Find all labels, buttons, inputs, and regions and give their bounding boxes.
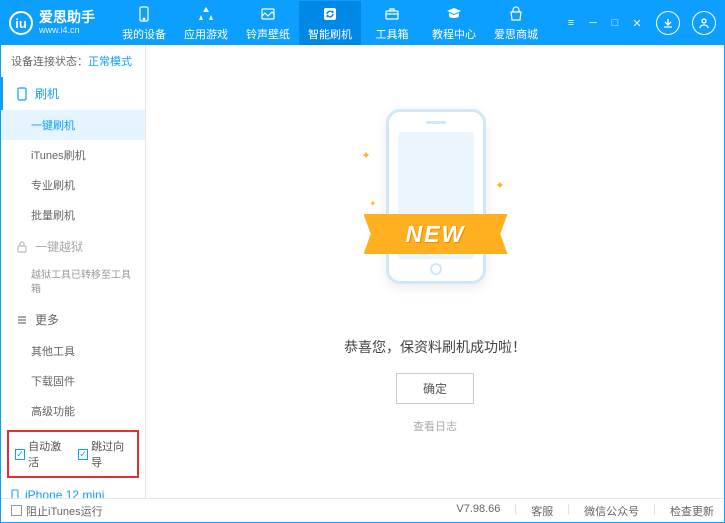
sidebar: 设备连接状态：正常模式 刷机 一键刷机 iTunes刷机 专业刷机 批量刷机 一…: [1, 45, 146, 498]
lock-icon: [15, 240, 29, 254]
device-phone-icon: [9, 489, 21, 498]
success-message: 恭喜您，保资料刷机成功啦！: [344, 337, 526, 357]
phone-flash-icon: [15, 87, 29, 101]
window-controls: ≡ ─ □ ✕: [564, 11, 716, 35]
checkbox-skip-guide[interactable]: ✓跳过向导: [78, 438, 131, 470]
view-log-link[interactable]: 查看日志: [413, 418, 457, 434]
ok-button[interactable]: 确定: [396, 373, 474, 404]
phone-icon: [135, 5, 153, 23]
close-icon[interactable]: ✕: [630, 16, 644, 30]
titlebar: iu 爱思助手 www.i4.cn 我的设备 应用游戏 铃声壁纸 智能刷机 工具…: [1, 1, 724, 45]
new-ribbon: NEW: [364, 214, 508, 254]
wallpaper-icon: [259, 5, 277, 23]
sidebar-item-batch-flash[interactable]: 批量刷机: [1, 200, 145, 230]
jailbreak-note: 越狱工具已转移至工具箱: [1, 263, 145, 303]
maximize-icon[interactable]: □: [608, 16, 622, 30]
nav-apps[interactable]: 应用游戏: [175, 1, 237, 45]
store-icon: [507, 5, 525, 23]
device-block[interactable]: iPhone 12 mini 64GB Down-12mini-13,1: [1, 482, 145, 498]
toolbox-icon: [383, 5, 401, 23]
user-button[interactable]: [692, 11, 716, 35]
apps-icon: [197, 5, 215, 23]
sidebar-section-jailbreak: 一键越狱: [1, 230, 145, 263]
sidebar-item-download-firmware[interactable]: 下载固件: [1, 366, 145, 396]
main-nav: 我的设备 应用游戏 铃声壁纸 智能刷机 工具箱 教程中心 爱思商城: [113, 1, 547, 45]
app-title: 爱思助手: [39, 10, 95, 25]
options-highlight-box: ✓自动激活 ✓跳过向导: [7, 430, 139, 478]
sidebar-item-oneclick-flash[interactable]: 一键刷机: [1, 110, 145, 140]
graduation-icon: [445, 5, 463, 23]
star-icon: ✦: [495, 179, 504, 192]
download-button[interactable]: [656, 11, 680, 35]
minimize-icon[interactable]: ─: [586, 16, 600, 30]
sidebar-item-pro-flash[interactable]: 专业刷机: [1, 170, 145, 200]
phone-illustration: ✦ ✦ ✦ NEW: [368, 109, 503, 309]
sidebar-item-advanced[interactable]: 高级功能: [1, 396, 145, 426]
footer-link-wechat[interactable]: 微信公众号: [584, 503, 639, 519]
connection-status: 设备连接状态：正常模式: [1, 45, 145, 77]
footer-link-update[interactable]: 检查更新: [670, 503, 714, 519]
main-content: ✦ ✦ ✦ NEW 恭喜您，保资料刷机成功啦！ 确定 查看日志: [146, 45, 724, 498]
refresh-icon: [321, 5, 339, 23]
nav-my-device[interactable]: 我的设备: [113, 1, 175, 45]
version-label: V7.98.66: [456, 503, 500, 519]
app-url: www.i4.cn: [39, 26, 95, 36]
sidebar-section-more[interactable]: 更多: [1, 303, 145, 336]
sidebar-item-itunes-flash[interactable]: iTunes刷机: [1, 140, 145, 170]
sidebar-item-other-tools[interactable]: 其他工具: [1, 336, 145, 366]
app-logo: iu 爱思助手 www.i4.cn: [9, 10, 95, 35]
menu-icon[interactable]: ≡: [564, 16, 578, 30]
nav-toolbox[interactable]: 工具箱: [361, 1, 423, 45]
footer-link-support[interactable]: 客服: [531, 503, 553, 519]
nav-tutorials[interactable]: 教程中心: [423, 1, 485, 45]
sidebar-section-flash[interactable]: 刷机: [1, 77, 145, 110]
checkbox-block-itunes[interactable]: 阻止iTunes运行: [11, 503, 103, 519]
nav-ringtones[interactable]: 铃声壁纸: [237, 1, 299, 45]
footer: 阻止iTunes运行 V7.98.66 | 客服 | 微信公众号 | 检查更新: [1, 498, 724, 522]
nav-smart-flash[interactable]: 智能刷机: [299, 1, 361, 45]
device-name: iPhone 12 mini: [9, 488, 137, 498]
star-icon: ✦: [370, 199, 377, 208]
logo-icon: iu: [9, 11, 33, 35]
nav-store[interactable]: 爱思商城: [485, 1, 547, 45]
checkbox-auto-activate[interactable]: ✓自动激活: [15, 438, 68, 470]
star-icon: ✦: [362, 149, 371, 162]
list-icon: [15, 313, 29, 327]
